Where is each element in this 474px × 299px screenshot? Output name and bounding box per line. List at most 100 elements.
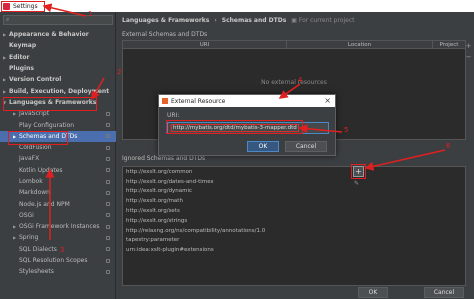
- annotation-box-languages: [3, 97, 97, 111]
- project-scope-icon: [106, 156, 110, 161]
- breadcrumb: Languages & Frameworks › Schemas and DTD…: [122, 17, 355, 24]
- annotation-box-add: [351, 164, 366, 179]
- sidebar-item[interactable]: ▶ Version Control: [0, 74, 116, 85]
- annotation-number-2: 2: [117, 68, 122, 76]
- annotation-number-4: 4: [298, 76, 303, 84]
- list-item[interactable]: http://exslt.org/sets: [123, 206, 465, 216]
- list-item[interactable]: http://exslt.org/dynamic: [123, 187, 465, 197]
- search-input[interactable]: ⌕: [3, 15, 113, 25]
- project-scope-icon: [106, 123, 110, 128]
- sidebar-item-label: Markdown: [19, 189, 50, 197]
- sidebar-item-label: OSGi: [19, 211, 34, 219]
- sidebar-item[interactable]: Lombok: [0, 176, 116, 187]
- sidebar-item-label: ColdFusion: [19, 144, 52, 152]
- project-scope-icon: [106, 269, 110, 274]
- annotation-box-settings: [1, 1, 45, 12]
- dialog-title: External Resource: [171, 97, 226, 105]
- project-scope-icon: [106, 235, 110, 240]
- table-header: URI Location Project: [123, 41, 465, 49]
- scope-note-text: For current project: [298, 17, 355, 24]
- close-icon[interactable]: ×: [324, 96, 331, 105]
- sidebar-item[interactable]: Node.js and NPM: [0, 198, 116, 209]
- window-titlebar: Settings: [0, 0, 474, 12]
- project-scope-icon: [106, 179, 110, 184]
- sidebar-item-label: Appearance & Behavior: [9, 31, 89, 39]
- sidebar-item-label: JavaFX: [19, 155, 40, 163]
- sidebar-item[interactable]: JavaFX: [0, 153, 116, 164]
- sidebar-item[interactable]: Stylesheets: [0, 266, 116, 277]
- annotation-number-5: 5: [344, 126, 349, 134]
- external-schemas-title: External Schemas and DTDs: [122, 31, 208, 38]
- column-project[interactable]: Project: [433, 41, 465, 48]
- sidebar-item[interactable]: ▶ Spring: [0, 232, 116, 243]
- dialog-ok-button[interactable]: OK: [247, 141, 279, 152]
- list-item[interactable]: http://exslt.org/dates-and-times: [123, 177, 465, 187]
- dialog-cancel-button[interactable]: Cancel: [285, 141, 327, 152]
- list-item[interactable]: http://relaxng.org/ns/compatibility/anno…: [123, 226, 465, 236]
- sidebar-item-label: Kotlin Updates: [19, 166, 63, 174]
- column-location[interactable]: Location: [287, 41, 433, 48]
- project-scope-icon: [106, 111, 110, 116]
- sidebar-item-label: SQL Dialects: [19, 245, 57, 253]
- project-scope-icon: [106, 224, 110, 229]
- list-item[interactable]: http://exslt.org/math: [123, 196, 465, 206]
- sidebar-item[interactable]: SQL Dialects: [0, 244, 116, 255]
- sidebar-item[interactable]: Markdown: [0, 187, 116, 198]
- sidebar-item[interactable]: ▶ Appearance & Behavior: [0, 29, 116, 40]
- sidebar-item[interactable]: SQL Resolution Scopes: [0, 255, 116, 266]
- project-scope-icon: [106, 168, 110, 173]
- list-item[interactable]: tapestry:parameter: [123, 236, 465, 246]
- list-item[interactable]: urn:idea:xslt-plugin#extensions: [123, 245, 465, 255]
- project-scope-icon: [106, 202, 110, 207]
- list-item[interactable]: http://exslt.org/common: [123, 167, 465, 177]
- project-scope-icon: [106, 145, 110, 150]
- breadcrumb-parent[interactable]: Languages & Frameworks: [122, 17, 209, 24]
- annotation-box-schemas: [8, 131, 68, 145]
- ignored-schemas-list[interactable]: http://exslt.org/common http://exslt.org/…: [122, 166, 466, 286]
- breadcrumb-separator: ›: [214, 17, 217, 24]
- sidebar-item[interactable]: ▶ Editor: [0, 52, 116, 63]
- settings-tree: ▶ Appearance & Behavior Keymap ▶ Editor Plugi…: [0, 29, 116, 278]
- search-icon: ⌕: [6, 16, 10, 23]
- sidebar-item-label: Build, Execution, Deployment: [9, 87, 110, 95]
- project-scope-icon: [106, 247, 110, 252]
- uri-label: URI:: [167, 112, 180, 119]
- settings-ok-button[interactable]: OK: [358, 287, 388, 298]
- sidebar-item-label: Stylesheets: [19, 268, 54, 276]
- empty-table-text: No external resources: [261, 79, 327, 86]
- project-scope-icon: [106, 213, 110, 218]
- sidebar-item-label: OSGi Framework Instances: [19, 223, 100, 231]
- dialog-titlebar: External Resource ×: [159, 95, 335, 107]
- project-scope-icon: [106, 258, 110, 263]
- sidebar-item-label: Editor: [9, 53, 30, 61]
- annotation-number-3: 3: [60, 246, 65, 254]
- list-item[interactable]: http://exslt.org/strings: [123, 216, 465, 226]
- sidebar-item[interactable]: Keymap: [0, 40, 116, 51]
- sidebar-item[interactable]: OSGi: [0, 210, 116, 221]
- sidebar-item-label: Keymap: [9, 42, 37, 50]
- edit-icon[interactable]: ✎: [354, 180, 359, 187]
- sidebar-item-label: JavaScript: [19, 110, 50, 118]
- sidebar-item[interactable]: Kotlin Updates: [0, 165, 116, 176]
- sidebar-item[interactable]: ▶ Build, Execution, Deployment: [0, 85, 116, 96]
- sidebar-item[interactable]: Play Configuration: [0, 119, 116, 130]
- project-scope-icon: [106, 134, 110, 139]
- sidebar-item-label: Node.js and NPM: [19, 200, 70, 208]
- sidebar-item-label: SQL Resolution Scopes: [19, 257, 88, 265]
- annotation-box-uri: [166, 120, 303, 134]
- sidebar-item-label: Version Control: [9, 76, 62, 84]
- sidebar-item-label: Lombok: [19, 178, 43, 185]
- sidebar-item-label: Plugins: [9, 65, 34, 73]
- settings-cancel-button[interactable]: Cancel: [424, 287, 464, 298]
- ignored-schemas-title: Ignored Schemas and DTDs: [122, 155, 206, 162]
- sidebar-item[interactable]: Plugins: [0, 63, 116, 74]
- column-uri[interactable]: URI: [123, 41, 287, 48]
- annotation-number-1: 1: [88, 10, 93, 18]
- annotation-number-6: 6: [446, 142, 451, 150]
- dialog-app-icon: [162, 98, 168, 104]
- sidebar-item[interactable]: ▶ OSGi Framework Instances: [0, 221, 116, 232]
- add-external-icon[interactable]: +: [464, 41, 473, 50]
- breadcrumb-current: Schemas and DTDs: [221, 17, 287, 24]
- remove-external-icon[interactable]: −: [464, 52, 473, 61]
- sidebar-item-label: Spring: [19, 234, 39, 242]
